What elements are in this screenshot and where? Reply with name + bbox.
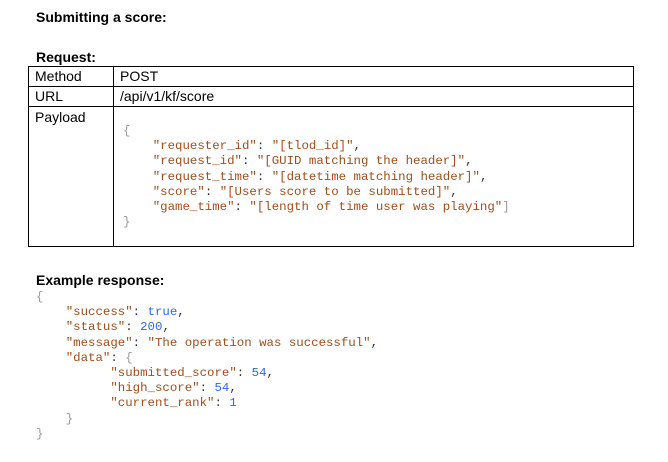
- payload-key: "game_time": [152, 200, 235, 215]
- payload-value: "[tlod_id]": [271, 139, 354, 154]
- response-value: 54: [214, 381, 230, 396]
- payload-label: Payload: [28, 106, 114, 247]
- response-key: "data": [65, 350, 111, 365]
- response-code-block: { "success": true, "status": 200, "messa…: [36, 290, 379, 441]
- response-open-brace: {: [36, 290, 44, 304]
- response-value: 200: [140, 320, 163, 335]
- payload-open-brace: {: [123, 124, 131, 138]
- response-close-brace: }: [36, 426, 44, 441]
- response-value: 54: [251, 366, 267, 381]
- url-row: URL /api/v1/kf/score: [28, 86, 634, 107]
- response-heading: Example response:: [36, 272, 165, 288]
- response-key: "high_score": [110, 381, 200, 396]
- payload-value: "[Users score to be submitted]": [219, 184, 451, 199]
- url-label: URL: [28, 86, 114, 107]
- payload-code-block: { "requester_id": "[tlod_id]", "request_…: [123, 124, 510, 230]
- response-key: "current_rank": [110, 396, 215, 411]
- payload-key: "request_id": [152, 154, 242, 169]
- payload-value: "[datetime matching header]": [271, 169, 480, 184]
- response-key: "success": [65, 305, 133, 320]
- response-value: 1: [229, 396, 237, 411]
- payload-key: "requester_id": [152, 139, 257, 154]
- payload-value: "[GUID matching the header]": [256, 154, 466, 169]
- payload-key: "request_time": [152, 169, 257, 184]
- response-value: "The operation was successful": [147, 335, 371, 350]
- payload-value: "[length of time user was playing": [249, 200, 503, 215]
- url-value: /api/v1/kf/score: [113, 86, 634, 107]
- data-open-brace: {: [125, 350, 133, 365]
- data-close-brace: }: [65, 411, 74, 426]
- response-key: "message": [65, 335, 133, 350]
- request-heading: Request:: [36, 49, 96, 65]
- payload-key: "score": [152, 184, 205, 199]
- method-value: POST: [113, 66, 634, 87]
- response-value: true: [147, 305, 178, 320]
- page-title: Submitting a score:: [36, 9, 167, 25]
- method-row: Method POST: [28, 66, 634, 87]
- method-label: Method: [28, 66, 114, 87]
- payload-close-brace: }: [123, 215, 131, 230]
- response-key: "submitted_score": [110, 366, 237, 381]
- response-key: "status": [65, 320, 126, 335]
